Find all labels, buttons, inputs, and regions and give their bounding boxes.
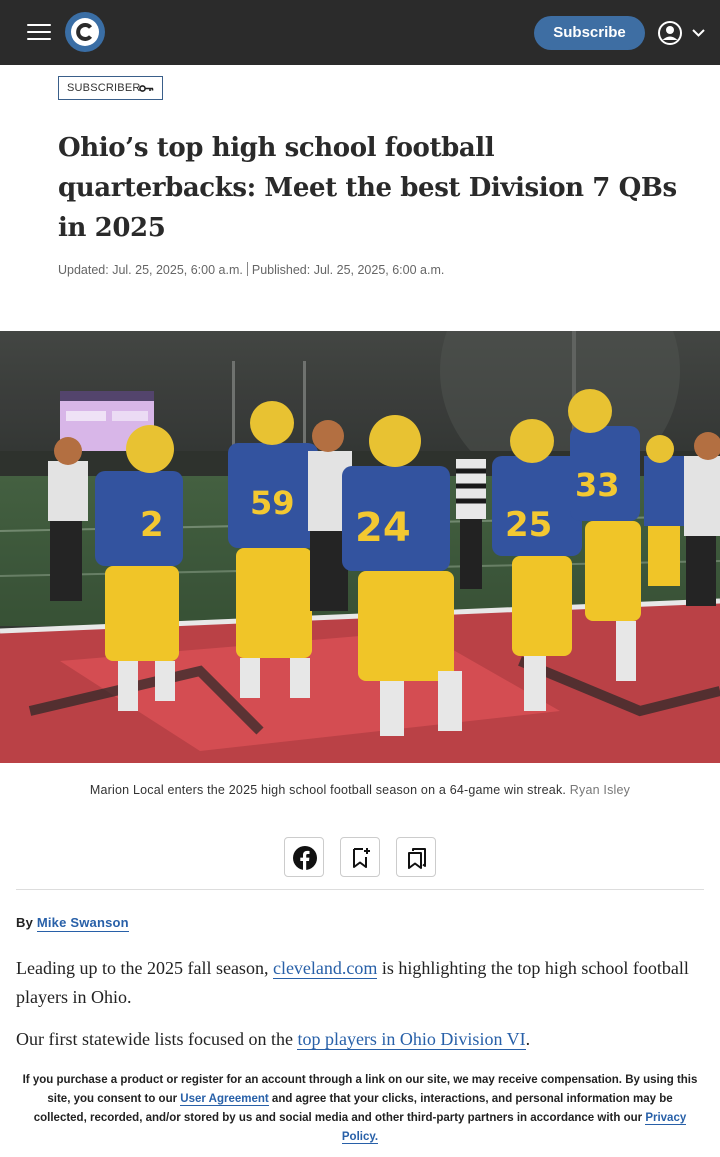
- caption-text: Marion Local enters the 2025 high school…: [89, 783, 567, 797]
- byline-prefix: By: [16, 915, 34, 930]
- subscribe-button[interactable]: Subscribe: [534, 16, 645, 50]
- account-menu-button[interactable]: [657, 20, 709, 46]
- user-circle-icon: [658, 21, 705, 45]
- article-paragraph-2: Our first statewide lists focused on the…: [16, 1025, 706, 1054]
- author-link[interactable]: Mike Swanson: [36, 915, 129, 932]
- subscriber-badge: SUBSCRIBER: [58, 76, 163, 100]
- cleveland-c-logo[interactable]: [65, 12, 105, 52]
- p2-text-end: .: [525, 1029, 531, 1049]
- content-divider: [16, 889, 704, 890]
- updated-date: Updated: Jul. 25, 2025, 6:00 a.m.: [58, 263, 243, 277]
- p1-text-start: Leading up to the 2025 fall season,: [16, 958, 269, 978]
- football-celebration-image: 2 59 24 25 33: [0, 331, 720, 763]
- share-facebook-button[interactable]: [284, 837, 324, 877]
- hero-image: 2 59 24 25 33: [0, 331, 720, 763]
- subscriber-badge-label: SUBSCRIBER: [67, 82, 141, 94]
- division-vi-link[interactable]: top players in Ohio Division VI: [297, 1029, 526, 1050]
- caption-credit: Ryan Isley: [569, 783, 631, 797]
- byline: By Mike Swanson: [16, 915, 129, 932]
- hamburger-menu-icon[interactable]: [27, 24, 51, 42]
- date-separator: [246, 262, 248, 276]
- article-headline: Ohio’s top high school football quarterb…: [58, 133, 677, 243]
- image-caption: Marion Local enters the 2025 high school…: [0, 783, 720, 797]
- article-dates: Updated: Jul. 25, 2025, 6:00 a.m. Publish…: [58, 262, 444, 277]
- published-date: Published: Jul. 25, 2025, 6:00 a.m.: [251, 263, 445, 277]
- bookmarks-icon: [408, 848, 426, 869]
- user-agreement-link[interactable]: User Agreement: [180, 1093, 269, 1106]
- p2-text-start: Our first statewide lists focused on the: [16, 1029, 293, 1049]
- article-paragraph-1: Leading up to the 2025 fall season, clev…: [16, 954, 706, 1012]
- save-bookmark-button[interactable]: [340, 837, 380, 877]
- cleveland-link[interactable]: cleveland.com: [272, 958, 378, 979]
- bookmark-add-icon: [353, 848, 370, 868]
- affiliate-disclaimer: If you purchase a product or register fo…: [20, 1071, 700, 1147]
- top-nav-bar: Subscribe: [0, 0, 720, 65]
- key-icon: [139, 85, 154, 92]
- saved-bookmarks-button[interactable]: [396, 837, 436, 877]
- facebook-icon: [293, 846, 317, 870]
